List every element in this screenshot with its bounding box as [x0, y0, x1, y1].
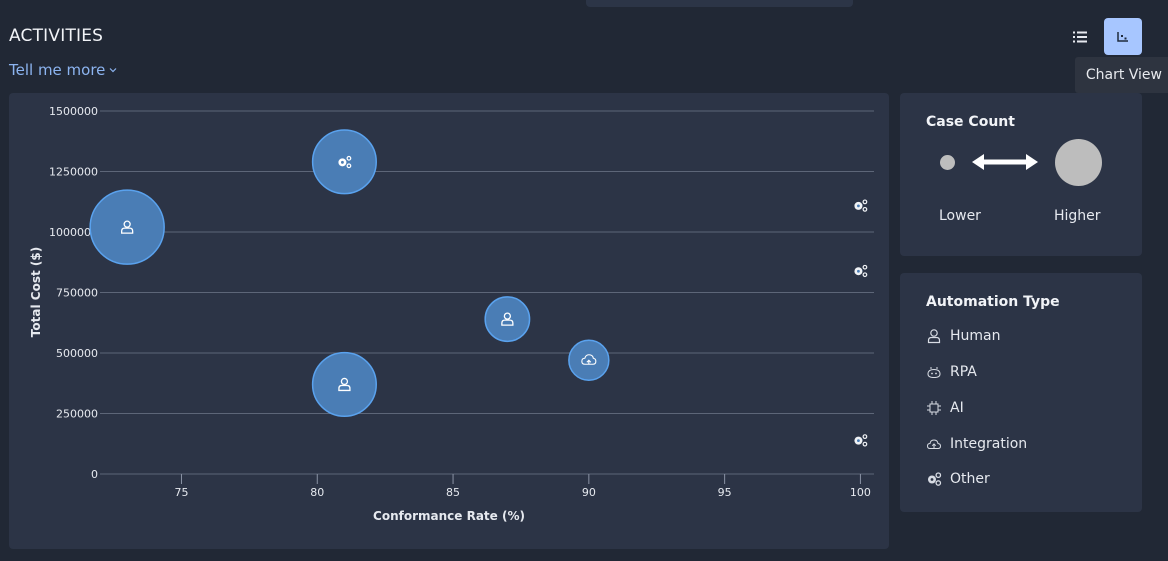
grid-lines — [100, 110, 874, 475]
y-tick-label: 1250000 — [49, 166, 98, 179]
x-axis: 75 80 85 90 95 100 — [174, 474, 871, 499]
other-icon-gear-small — [862, 199, 868, 205]
small-bubble-sample — [940, 155, 955, 170]
large-bubble-sample — [1055, 139, 1102, 186]
x-tick-label: 75 — [174, 486, 188, 499]
other-icon-gear-small — [862, 206, 868, 212]
other-icon-hole — [857, 204, 860, 208]
other-icon-hole — [857, 439, 860, 443]
y-tick-label: 1500000 — [49, 105, 98, 118]
case-count-title: Case Count — [926, 114, 1015, 130]
other-icon-gear-small — [862, 441, 868, 447]
legend-item-human: Human — [926, 328, 1001, 344]
other-icon-hole — [857, 269, 860, 273]
x-tick-label: 95 — [718, 486, 732, 499]
y-tick-labels: 0250000500000750000100000012500001500000 — [49, 105, 98, 481]
data-point[interactable] — [854, 264, 868, 278]
top-strip — [586, 0, 853, 7]
lower-label: Lower — [939, 208, 981, 224]
legend-item-other: Other — [926, 471, 990, 487]
rpa-icon — [927, 367, 941, 379]
other-icon-gear-small — [862, 434, 868, 440]
y-axis-label: Total Cost ($) — [29, 247, 43, 337]
tell-me-more-link[interactable]: Tell me more — [9, 61, 118, 79]
page-title: ACTIVITIES — [9, 26, 104, 46]
legend-item-rpa: RPA — [926, 364, 977, 380]
automation-type-title: Automation Type — [926, 294, 1060, 310]
legend-label: AI — [950, 400, 964, 416]
chart-view-tooltip: Chart View — [1075, 57, 1168, 93]
tell-me-more-label: Tell me more — [9, 61, 106, 79]
list-icon — [1073, 31, 1087, 42]
human-icon — [927, 329, 941, 344]
chevron-down-icon — [109, 68, 117, 73]
y-tick-label: 750000 — [56, 287, 98, 300]
list-view-button[interactable] — [1061, 18, 1099, 55]
chart-icon — [1117, 31, 1128, 42]
y-tick-label: 250000 — [56, 408, 98, 421]
legend-label: Integration — [950, 436, 1028, 452]
x-tick-label: 85 — [446, 486, 460, 499]
double-arrow-icon — [972, 154, 1038, 170]
data-points — [89, 129, 868, 447]
data-point[interactable] — [311, 129, 377, 195]
y-tick-label: 0 — [91, 468, 98, 481]
chart-panel: 0 250000 500000 750000 1000000 1250000 1500000… — [9, 93, 889, 549]
other-icon-hole — [341, 160, 344, 164]
ai-icon — [927, 401, 941, 415]
integration-icon — [926, 439, 942, 449]
data-point[interactable] — [484, 296, 531, 343]
legend-label: Other — [950, 471, 990, 487]
other-icon-gear-small — [862, 272, 868, 278]
y-tick-label: 500000 — [56, 347, 98, 360]
chart-view-button[interactable] — [1104, 18, 1142, 55]
bubble-chart: 0250000500000750000100000012500001500000… — [29, 105, 874, 523]
data-point[interactable] — [311, 351, 377, 418]
x-axis-label: Conformance Rate (%) — [373, 509, 525, 523]
x-tick-label: 100 — [850, 486, 871, 499]
data-point[interactable] — [854, 434, 868, 447]
other-icon — [928, 472, 942, 486]
legend-label: Human — [950, 328, 1001, 344]
legend-label: RPA — [950, 364, 977, 380]
data-point[interactable] — [89, 189, 165, 265]
x-tick-label: 80 — [310, 486, 324, 499]
x-tick-label: 90 — [582, 486, 596, 499]
case-count-legend: Case Count Lower Higher — [900, 93, 1142, 256]
data-point[interactable] — [854, 199, 868, 212]
other-icon-gear-small — [862, 264, 868, 270]
legend-item-integration: Integration — [926, 436, 1027, 452]
automation-type-legend: Automation Type Human RPA AI Integration… — [900, 273, 1142, 512]
data-point[interactable] — [568, 339, 610, 381]
legend-item-ai: AI — [926, 400, 964, 416]
higher-label: Higher — [1054, 208, 1101, 224]
